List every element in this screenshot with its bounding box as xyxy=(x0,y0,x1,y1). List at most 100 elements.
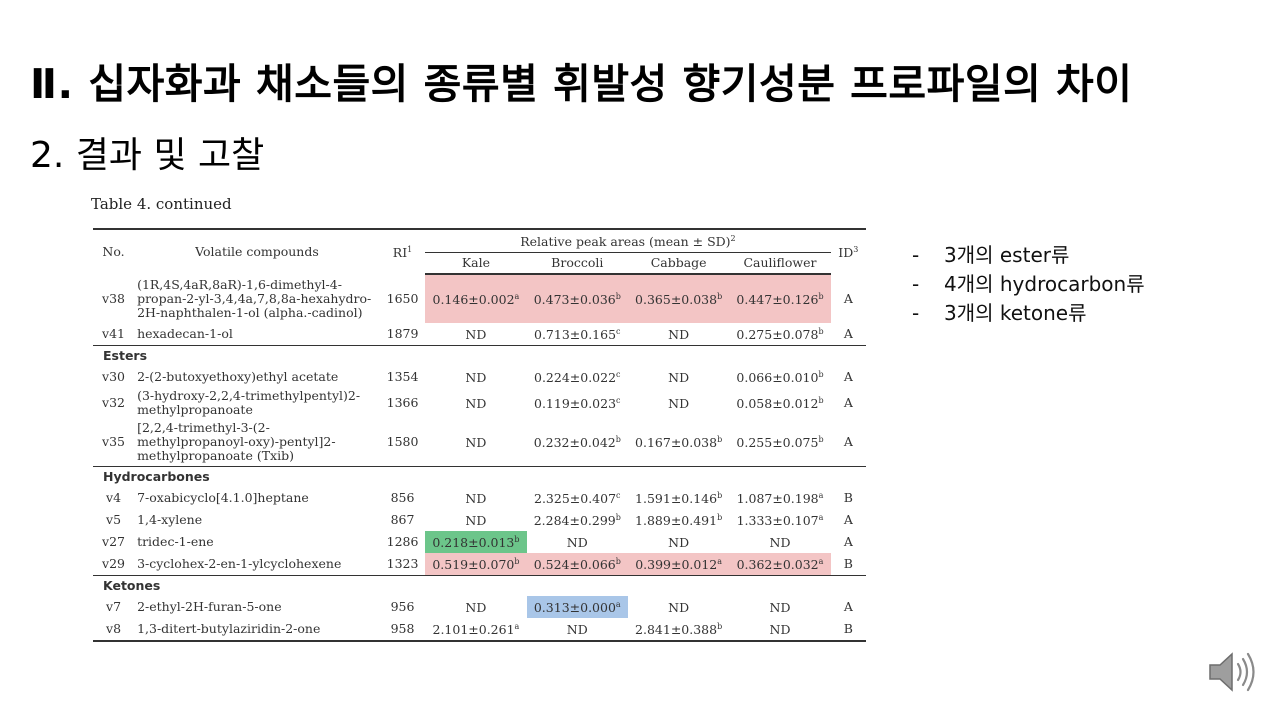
cell-cabbage: ND xyxy=(628,366,729,388)
cell-kale: ND xyxy=(425,388,526,418)
cell-cabbage: 0.365±0.038b xyxy=(627,274,730,323)
table-row: v27 tridec-1-ene 1286 0.218±0.013b ND ND… xyxy=(93,531,866,553)
row-compound: 3-cyclohex-2-en-1-ylcyclohexene xyxy=(137,556,342,571)
row-no: v8 xyxy=(93,618,135,642)
cell-value: 0.447±0.126 xyxy=(736,292,819,308)
cell-sup: a xyxy=(818,557,824,567)
cell-sup: a xyxy=(818,513,824,523)
row-no: v32 xyxy=(102,395,126,410)
cell-sup: b xyxy=(615,435,621,445)
header-broccoli: Broccoli xyxy=(526,252,628,275)
cell-sup: b xyxy=(717,491,723,501)
bullet-item: -4개의 hydrocarbon류 xyxy=(912,270,1145,299)
row-compound: (1R,4S,4aR,8aR)-1,6-dimethyl-4-propan-2-… xyxy=(137,276,372,320)
row-no: v29 xyxy=(102,556,126,571)
cell-broccoli: 0.232±0.042b xyxy=(527,418,628,467)
row-id: B xyxy=(843,556,853,571)
cell-value: 0.524±0.066 xyxy=(533,557,616,573)
header-cabbage: Cabbage xyxy=(627,252,730,275)
row-id: A xyxy=(843,599,853,614)
cell-value: 1.889±0.491 xyxy=(635,513,718,529)
cell-sup: b xyxy=(514,535,520,545)
table-row: v7 2-ethyl-2H-furan-5-one 956 ND 0.313±0… xyxy=(93,596,866,618)
row-compound: 1,3-ditert-butylaziridin-2-one xyxy=(134,618,380,642)
cell-value: 0.218±0.013 xyxy=(432,535,515,551)
cell-broccoli: 2.325±0.407c xyxy=(527,487,628,509)
cell-value: ND xyxy=(465,370,487,386)
row-ri: 867 xyxy=(390,512,415,527)
cell-kale: ND xyxy=(425,509,526,531)
bullet-item: -3개의 ketone류 xyxy=(912,299,1145,328)
cell-broccoli: 0.524±0.066b xyxy=(526,553,628,576)
row-no: v35 xyxy=(102,434,126,449)
cell-value: ND xyxy=(465,491,487,507)
header-no: No. xyxy=(93,228,135,274)
cell-value: 0.167±0.038 xyxy=(635,435,718,451)
row-ri: 1650 xyxy=(386,290,419,306)
cell-value: 2.841±0.388 xyxy=(635,622,718,638)
row-id: A xyxy=(843,290,853,306)
row-id: B xyxy=(830,618,866,642)
section-row: Esters xyxy=(93,345,866,366)
row-ri: 1286 xyxy=(386,534,419,549)
cell-sup: b xyxy=(717,513,723,523)
row-ri: 956 xyxy=(390,599,415,614)
slide-subtitle: 2. 결과 및 고찰 xyxy=(30,135,265,176)
bullet-dash: - xyxy=(912,243,920,267)
bullet-dash: - xyxy=(912,301,920,325)
bullet-text: 3개의 ester류 xyxy=(944,243,1070,267)
cell-value: 0.119±0.023 xyxy=(534,396,617,412)
row-compound: 1,4-xylene xyxy=(137,512,203,527)
cell-cabbage: ND xyxy=(628,323,729,346)
row-compound: [2,2,4-trimethyl-3-(2-methylpropanoyl-ox… xyxy=(137,420,336,463)
cell-value: ND xyxy=(465,327,487,343)
cell-cauliflower: 0.275±0.078b xyxy=(729,323,830,346)
row-ri: 1366 xyxy=(386,395,419,410)
summary-bullets: -3개의 ester류 -4개의 hydrocarbon류 -3개의 keton… xyxy=(912,241,1145,328)
cell-sup: c xyxy=(616,491,621,501)
header-kale: Kale xyxy=(425,252,527,275)
volatile-compounds-table: No. Volatile compounds RI1 Relative peak… xyxy=(93,228,866,642)
cell-sup: a xyxy=(514,292,520,302)
cell-value: 0.255±0.075 xyxy=(736,435,819,451)
cell-cauliflower: ND xyxy=(729,531,830,553)
speaker-volume-icon[interactable] xyxy=(1206,646,1258,698)
cell-value: 0.362±0.032 xyxy=(736,557,819,573)
cell-value: ND xyxy=(465,600,487,616)
row-ri: 1580 xyxy=(386,434,419,449)
row-compound: tridec-1-ene xyxy=(137,534,214,549)
row-ri: 856 xyxy=(390,490,415,505)
cell-cauliflower: 0.447±0.126b xyxy=(729,274,831,323)
cell-value: ND xyxy=(668,600,690,616)
cell-value: 0.365±0.038 xyxy=(635,292,718,308)
cell-value: 0.058±0.012 xyxy=(736,396,819,412)
header-group-sup: 2 xyxy=(730,234,736,244)
cell-broccoli: 0.713±0.165c xyxy=(527,323,628,346)
cell-kale: ND xyxy=(425,323,526,346)
cell-value: 0.275±0.078 xyxy=(736,327,819,343)
cell-kale: 0.519±0.070b xyxy=(425,553,527,576)
cell-kale: ND xyxy=(425,487,526,509)
cell-value: 1.591±0.146 xyxy=(635,491,718,507)
header-relative-peak-areas: Relative peak areas (mean ± SD)2 xyxy=(425,228,831,253)
bullet-item: -3개의 ester류 xyxy=(912,241,1145,270)
row-id: A xyxy=(843,512,853,527)
row-compound: 2-(2-butoxyethoxy)ethyl acetate xyxy=(137,369,339,384)
cell-value: 0.224±0.022 xyxy=(534,370,617,386)
row-ri: 1879 xyxy=(386,326,419,341)
cell-cabbage: 1.889±0.491b xyxy=(628,509,729,531)
cell-value: 0.473±0.036 xyxy=(533,292,616,308)
header-id-sup: 3 xyxy=(853,245,859,255)
cell-broccoli: 0.224±0.022c xyxy=(527,366,628,388)
cell-value: 2.101±0.261 xyxy=(432,622,515,638)
cell-sup: a xyxy=(514,622,520,632)
row-id: A xyxy=(843,534,853,549)
cell-sup: b xyxy=(615,513,621,523)
cell-cauliflower: 1.087±0.198a xyxy=(729,487,830,509)
cell-kale: ND xyxy=(425,418,526,467)
row-id: A xyxy=(843,326,853,341)
cell-cauliflower: 0.255±0.075b xyxy=(729,418,830,467)
row-no: v30 xyxy=(102,369,126,384)
section-label-hydrocarbones: Hydrocarbones xyxy=(93,466,866,487)
cell-sup: b xyxy=(818,327,824,337)
